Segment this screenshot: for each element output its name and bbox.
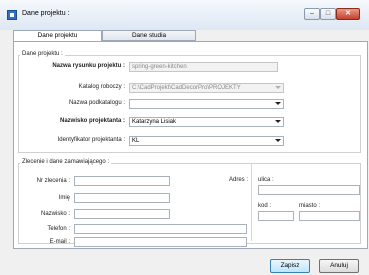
- maximize-button[interactable]: □: [320, 8, 336, 20]
- chevron-down-icon: [275, 102, 281, 105]
- designer-value: Katarzyna Lisiak: [132, 119, 177, 125]
- first-name-input[interactable]: [74, 193, 170, 203]
- save-button[interactable]: Zapisz: [270, 259, 310, 273]
- last-name-label: Nazwisko :: [40, 211, 70, 217]
- email-input[interactable]: [74, 237, 247, 247]
- subcatalog-select[interactable]: [129, 99, 284, 109]
- designer-select[interactable]: Katarzyna Lisiak: [129, 117, 284, 127]
- working-catalog-value: C:\CadProjekt\CadDecorPro\PROJEKTY: [132, 85, 241, 91]
- city-label: miasto :: [299, 203, 321, 209]
- project-name-field: spring-green-kitchen: [129, 62, 278, 72]
- phone-label: Telefon :: [47, 226, 70, 232]
- working-catalog-select: C:\CadProjekt\CadDecorPro\PROJEKTY: [129, 83, 284, 93]
- working-catalog-label: Katalog roboczy :: [78, 84, 125, 90]
- project-name-label: Nazwa rysunku projektu :: [52, 63, 125, 69]
- postal-code-label: kod :: [258, 203, 272, 209]
- last-name-input[interactable]: [74, 209, 170, 219]
- email-label: E-mail :: [49, 239, 70, 245]
- designer-label: Nazwisko projektanta :: [59, 118, 125, 124]
- postal-code-input[interactable]: [258, 211, 294, 221]
- phone-input[interactable]: [74, 224, 247, 234]
- close-button[interactable]: ✕: [336, 8, 360, 20]
- order-number-label: Nr zlecenia :: [36, 178, 70, 184]
- address-label: Adres :: [228, 177, 248, 183]
- minimize-button[interactable]: –: [304, 8, 320, 20]
- subcatalog-label: Nazwa podkatalogu :: [68, 100, 125, 106]
- designer-id-label: Identyfikator projektanta :: [57, 137, 125, 143]
- order-group-title: Zlecenie i dane zamawiającego :: [20, 159, 112, 165]
- title-bar: Dane projektu : – □ ✕: [0, 0, 369, 30]
- street-label: ulica :: [258, 177, 274, 183]
- designer-id-select[interactable]: KL: [129, 136, 284, 146]
- dialog-window: Dane projektu : – □ ✕ Dane projektu Dane…: [0, 0, 369, 275]
- city-input[interactable]: [299, 211, 360, 221]
- chevron-down-icon: [275, 139, 281, 142]
- cancel-button[interactable]: Anuluj: [319, 259, 359, 273]
- designer-id-value: KL: [132, 138, 140, 144]
- chevron-down-icon: [275, 120, 281, 123]
- tab-project-data[interactable]: Dane projektu: [13, 30, 102, 41]
- window-title: Dane projektu :: [22, 10, 70, 17]
- chevron-down-icon: [275, 86, 281, 89]
- first-name-label: Imię: [58, 195, 70, 201]
- tab-studio-data[interactable]: Dane studia: [102, 30, 196, 41]
- order-number-input[interactable]: [74, 176, 170, 186]
- project-data-group-title: Dane projektu :: [20, 51, 65, 57]
- address-divider: [251, 163, 252, 241]
- app-icon: [7, 10, 17, 20]
- street-input[interactable]: [258, 185, 360, 195]
